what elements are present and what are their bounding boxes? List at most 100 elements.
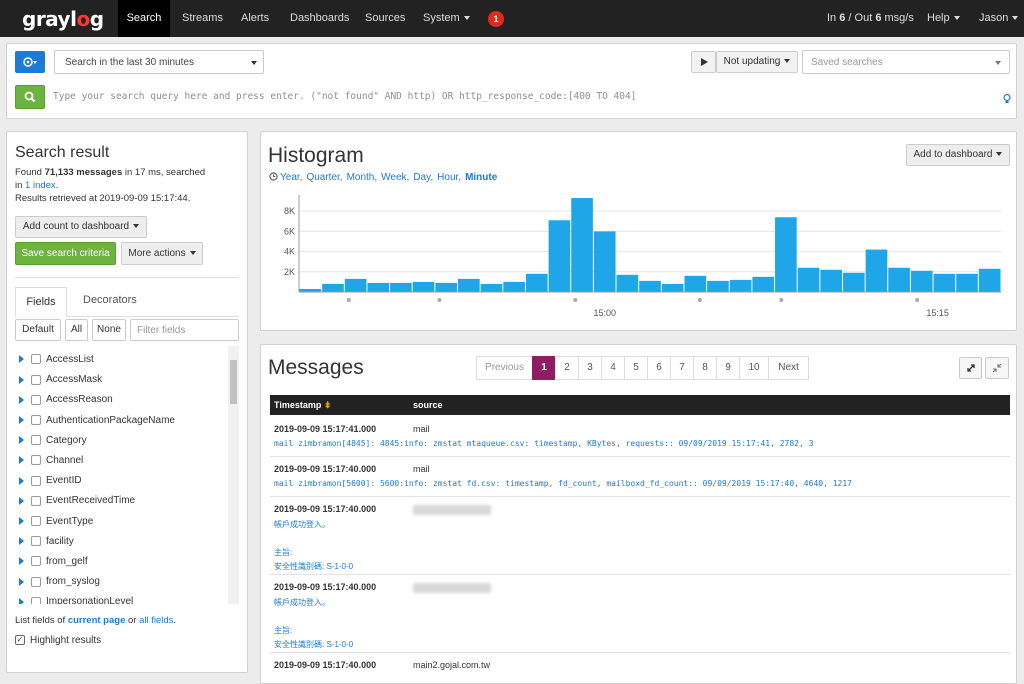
expand-arrow-icon[interactable] <box>19 476 24 485</box>
histogram-bar[interactable] <box>390 282 412 292</box>
field-checkbox[interactable] <box>31 455 41 466</box>
page-next-button[interactable]: Next <box>768 356 809 380</box>
page-button[interactable]: 10 <box>739 356 769 380</box>
histogram-bar[interactable] <box>684 275 707 292</box>
search-query-input[interactable]: Type your search query here and press en… <box>53 91 636 102</box>
field-name[interactable]: AccessList <box>46 354 94 365</box>
expand-arrow-icon[interactable] <box>19 355 24 364</box>
histogram-bar[interactable] <box>775 217 797 292</box>
graylog-logo[interactable]: graylog <box>22 7 104 31</box>
field-item[interactable]: AccessMask <box>19 374 102 388</box>
histogram-bar[interactable] <box>525 273 548 292</box>
highlight-results-checkbox[interactable]: ✓ Highlight results <box>15 635 101 646</box>
field-name[interactable]: EventID <box>46 475 82 486</box>
histogram-bar[interactable] <box>842 272 865 292</box>
field-item[interactable]: from_gelf <box>19 556 88 570</box>
timestamp-column-header[interactable]: Timestamp ⇟ <box>274 400 331 411</box>
histogram-bar[interactable] <box>503 281 525 292</box>
field-name[interactable]: from_gelf <box>46 556 88 567</box>
field-item[interactable]: EventReceivedTime <box>19 495 135 509</box>
field-name[interactable]: Category <box>46 435 87 446</box>
page-button[interactable]: 9 <box>716 356 740 380</box>
nav-dashboards[interactable]: Dashboards <box>290 0 349 37</box>
field-name[interactable]: Channel <box>46 455 83 466</box>
histogram-bar[interactable] <box>752 276 775 292</box>
compress-button[interactable] <box>985 357 1009 379</box>
expand-button[interactable] <box>959 357 982 379</box>
nav-system[interactable]: System <box>423 0 470 37</box>
expand-arrow-icon[interactable] <box>19 537 24 546</box>
field-item[interactable]: from_syslog <box>19 576 100 590</box>
histogram-bar[interactable] <box>661 283 684 292</box>
histogram-bar[interactable] <box>910 270 933 292</box>
resolution-minute[interactable]: Minute <box>465 172 497 183</box>
resolution-hour[interactable]: Hour, <box>437 172 461 183</box>
field-checkbox[interactable] <box>31 556 41 567</box>
page-button[interactable]: 8 <box>693 356 717 380</box>
expand-arrow-icon[interactable] <box>19 516 24 525</box>
add-to-dashboard-button[interactable]: Add to dashboard <box>906 144 1010 166</box>
filter-all-button[interactable]: All <box>65 319 88 341</box>
play-button[interactable] <box>691 51 716 73</box>
expand-arrow-icon[interactable] <box>19 456 24 465</box>
scrollbar-thumb[interactable] <box>230 360 237 404</box>
field-checkbox[interactable] <box>31 596 41 604</box>
field-item[interactable]: AccessList <box>19 354 94 368</box>
histogram-bar[interactable] <box>888 267 910 292</box>
tab-decorators[interactable]: Decorators <box>83 294 137 306</box>
histogram-bar[interactable] <box>707 280 729 292</box>
field-name[interactable]: AuthenticationPackageName <box>46 415 175 426</box>
field-checkbox[interactable] <box>31 475 41 486</box>
field-name[interactable]: AccessMask <box>46 374 102 385</box>
more-actions-button[interactable]: More actions <box>121 242 203 265</box>
saved-searches-select[interactable]: Saved searches <box>802 50 1010 74</box>
histogram-bar[interactable] <box>322 283 344 292</box>
field-name[interactable]: ImpersonationLevel <box>46 596 133 604</box>
field-checkbox[interactable] <box>31 354 41 365</box>
histogram-bar[interactable] <box>956 273 978 292</box>
histogram-bar[interactable] <box>367 282 390 292</box>
nav-alerts[interactable]: Alerts <box>241 0 269 37</box>
field-item[interactable]: Channel <box>19 455 83 469</box>
histogram-bar[interactable] <box>616 274 639 292</box>
page-button[interactable]: 4 <box>601 356 625 380</box>
resolution-day[interactable]: Day, <box>413 172 433 183</box>
field-item[interactable]: ImpersonationLevel <box>19 596 133 604</box>
histogram-bar[interactable] <box>548 220 571 292</box>
expand-arrow-icon[interactable] <box>19 496 24 505</box>
resolution-week[interactable]: Week, <box>381 172 409 183</box>
time-range-select[interactable]: Search in the last 30 minutes <box>54 50 264 74</box>
current-page-link[interactable]: current page <box>68 615 126 626</box>
resolution-month[interactable]: Month, <box>347 172 378 183</box>
field-checkbox[interactable] <box>31 414 41 425</box>
field-name[interactable]: from_syslog <box>46 576 100 587</box>
nav-sources[interactable]: Sources <box>365 0 405 37</box>
expand-arrow-icon[interactable] <box>19 375 24 384</box>
nav-streams[interactable]: Streams <box>182 0 223 37</box>
page-button[interactable]: 3 <box>578 356 602 380</box>
field-item[interactable]: Category <box>19 435 87 449</box>
tab-fields[interactable]: Fields <box>15 287 67 317</box>
histogram-bar[interactable] <box>571 198 593 292</box>
resolution-quarter[interactable]: Quarter, <box>306 172 342 183</box>
field-checkbox[interactable] <box>31 495 41 506</box>
field-name[interactable]: AccessReason <box>46 394 113 405</box>
field-item[interactable]: EventType <box>19 516 93 530</box>
save-search-criteria-button[interactable]: Save search criteria <box>15 242 116 265</box>
expand-arrow-icon[interactable] <box>19 436 24 445</box>
filter-fields-input[interactable]: Filter fields <box>130 319 239 341</box>
expand-arrow-icon[interactable] <box>19 415 24 424</box>
all-fields-link[interactable]: all fields <box>139 615 173 626</box>
nav-search[interactable]: Search <box>118 0 170 37</box>
lightbulb-icon[interactable] <box>1003 94 1011 104</box>
field-name[interactable]: EventReceivedTime <box>46 495 135 506</box>
histogram-bar[interactable] <box>480 283 503 292</box>
histogram-bar[interactable] <box>435 282 458 292</box>
field-checkbox[interactable] <box>31 435 41 446</box>
histogram-bar[interactable] <box>639 280 661 292</box>
filter-none-button[interactable]: None <box>92 319 126 341</box>
field-item[interactable]: AccessReason <box>19 394 113 408</box>
notification-badge[interactable]: 1 <box>488 11 504 27</box>
field-checkbox[interactable] <box>31 536 41 547</box>
nav-help[interactable]: Help <box>927 0 960 37</box>
